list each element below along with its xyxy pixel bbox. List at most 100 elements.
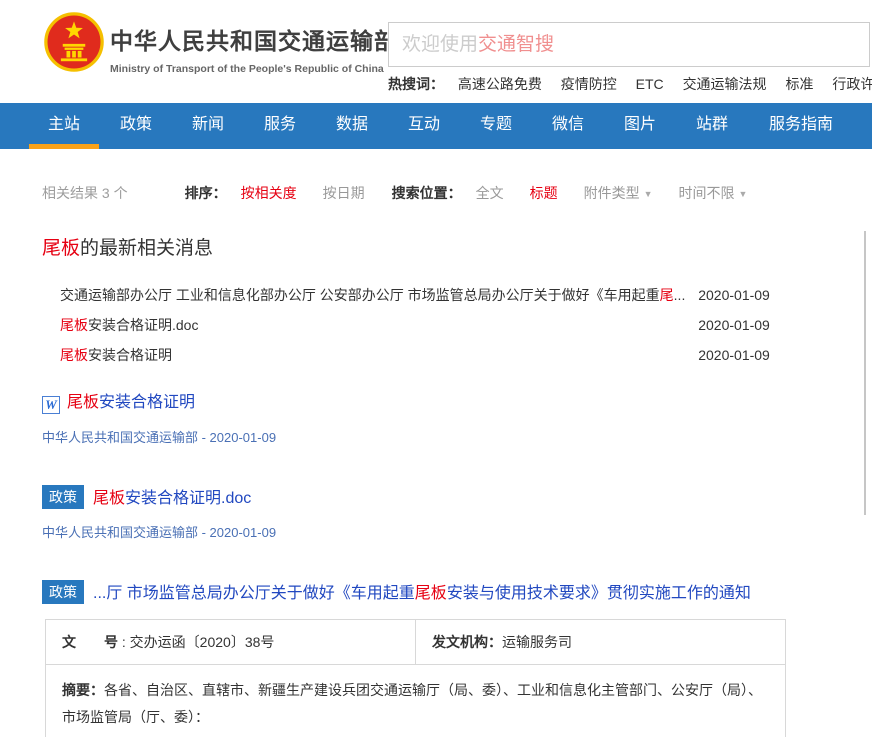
issuer-cell: 发文机构：运输服务司 [416,620,786,665]
nav-item-topics[interactable]: 专题 [460,103,532,149]
news-title-keyword: 尾板 [60,347,88,363]
nav-item-main-site[interactable]: 主站 [28,103,100,149]
sort-group: 排序： 按相关度 按日期 [185,183,365,203]
result-source: 中华人民共和国交通运输部 - 2020-01-09 [42,522,872,541]
national-emblem-icon [44,12,104,72]
table-row: 摘要：各省、自治区、直辖市、新疆生产建设兵团交通运输厅（局、委）、工业和信息化主… [46,665,786,737]
doc-number-label: 文 号 [62,634,118,650]
news-title-keyword: 尾 [660,287,674,303]
site-title-en: Ministry of Transport of the People's Re… [110,63,398,75]
policy-badge: 政策 [42,580,84,604]
nav-item-service-guide[interactable]: 服务指南 [748,103,854,149]
time-range-filter[interactable]: 时间不限 ▼ [679,183,748,203]
hot-word-link[interactable]: 交通运输法规 [683,76,767,92]
nav-item-data[interactable]: 数据 [316,103,388,149]
site-header: 中华人民共和国交通运输部 Ministry of Transport of th… [0,0,872,103]
news-item-title: 交通运输部办公厅 工业和信息化部办公厅 公安部办公厅 市场监管总局办公厅关于做好… [60,280,690,310]
attachment-type-label: 附件类型 [584,185,640,201]
news-item-title: 尾板安装合格证明 [60,340,690,370]
result-title-keyword: 尾板 [67,394,99,411]
hot-words-bar: 热搜词： 高速公路免费 疫情防控 ETC 交通运输法规 标准 行政许可 [388,74,872,94]
result-title-text: 安装合格证明.doc [125,490,251,507]
sort-by-date[interactable]: 按日期 [323,185,365,201]
search-result: W 尾板安装合格证明 中华人民共和国交通运输部 - 2020-01-09 [42,388,872,446]
table-row: 文 号 : 交办运函〔2020〕38号 发文机构：运输服务司 [46,620,786,665]
nav-item-services[interactable]: 服务 [244,103,316,149]
result-title-keyword: 尾板 [93,490,125,507]
search-scope-label: 搜索位置： [392,185,462,201]
related-news-list: 交通运输部办公厅 工业和信息化部办公厅 公安部办公厅 市场监管总局办公厅关于做好… [60,280,872,370]
news-item-title: 尾板安装合格证明.doc [60,310,690,340]
news-item-date: 2020-01-09 [698,310,780,340]
issuer-value: 运输服务司 [502,634,572,650]
news-title-text: ... [674,287,686,303]
hot-word-link[interactable]: ETC [636,76,664,92]
hot-word-link[interactable]: 行政许可 [832,76,872,92]
summary-cell: 摘要：各省、自治区、直辖市、新疆生产建设兵团交通运输厅（局、委）、工业和信息化主… [46,665,786,737]
result-title-text: 安装与使用技术要求》贯彻实施工作的通知 [447,585,751,602]
search-result: 政策 ...厅 市场监管总局办公厅关于做好《车用起重尾板安装与使用技术要求》贯彻实… [42,579,872,737]
result-title-link[interactable]: ...厅 市场监管总局办公厅关于做好《车用起重尾板安装与使用技术要求》贯彻实施工… [93,585,751,602]
news-item[interactable]: 交通运输部办公厅 工业和信息化部办公厅 公安部办公厅 市场监管总局办公厅关于做好… [60,280,780,310]
result-title-link[interactable]: 尾板安装合格证明.doc [93,490,251,507]
hot-word-link[interactable]: 疫情防控 [561,76,617,92]
search-result: 政策尾板安装合格证明.doc 中华人民共和国交通运输部 - 2020-01-09 [42,484,872,541]
hot-word-link[interactable]: 标准 [785,76,813,92]
result-count: 相关结果 3 个 [42,183,128,203]
main-nav: 主站 政策 新闻 服务 数据 互动 专题 微信 图片 站群 服务指南 [0,103,872,149]
chevron-down-icon: ▼ [739,189,748,199]
word-doc-icon: W [42,396,60,414]
result-title-row: 政策 ...厅 市场监管总局办公厅关于做好《车用起重尾板安装与使用技术要求》贯彻实… [42,579,872,604]
sort-label: 排序： [185,185,227,201]
search-placeholder-highlight: 交通智搜 [478,34,554,55]
search-scope-group: 搜索位置： 全文 标题 [392,183,558,203]
scope-title[interactable]: 标题 [530,185,558,201]
result-title-keyword: 尾板 [415,585,447,602]
doc-number-cell: 文 号 : 交办运函〔2020〕38号 [46,620,416,665]
result-title-text: ...厅 市场监管总局办公厅关于做好《车用起重 [93,585,415,602]
issuer-label: 发文机构 [432,634,488,650]
result-title-row: 政策尾板安装合格证明.doc [42,484,872,509]
news-item-date: 2020-01-09 [698,340,780,370]
news-title-text: 安装合格证明 [88,347,172,363]
nav-item-news[interactable]: 新闻 [172,103,244,149]
related-news-heading: 尾板的最新相关消息 [42,233,872,260]
site-title: 中华人民共和国交通运输部 Ministry of Transport of th… [110,22,398,75]
nav-item-images[interactable]: 图片 [604,103,676,149]
doc-number-value: 交办运函〔2020〕38号 [130,634,275,650]
attachment-type-filter[interactable]: 附件类型 ▼ [584,183,653,203]
sort-by-relevance[interactable]: 按相关度 [241,185,297,201]
result-source: 中华人民共和国交通运输部 - 2020-01-09 [42,427,872,446]
nav-item-site-group[interactable]: 站群 [676,103,748,149]
search-input[interactable]: 欢迎使用交通智搜 [388,22,870,67]
issuer-separator: ： [488,634,502,650]
news-title-text: 安装合格证明.doc [88,317,198,333]
document-meta-table: 文 号 : 交办运函〔2020〕38号 发文机构：运输服务司 摘要：各省、自治区… [45,619,786,737]
summary-label: 摘要 [62,682,90,698]
nav-item-interaction[interactable]: 互动 [388,103,460,149]
summary-value: 各省、自治区、直辖市、新疆生产建设兵团交通运输厅（局、委）、工业和信息化主管部门… [62,682,762,725]
scope-fulltext[interactable]: 全文 [476,185,504,201]
heading-rest: 的最新相关消息 [80,238,213,259]
summary-separator: ： [90,682,104,698]
result-title-row: W 尾板安装合格证明 [42,388,872,414]
filter-bar: 相关结果 3 个 排序： 按相关度 按日期 搜索位置： 全文 标题 附件类型 ▼ 时间不限… [42,183,872,203]
hot-words-label: 热搜词： [388,76,444,92]
chevron-down-icon: ▼ [644,189,653,199]
doc-number-separator: : [118,634,130,650]
search-placeholder-prefix: 欢迎使用 [402,34,478,55]
nav-item-policy[interactable]: 政策 [100,103,172,149]
right-divider [864,231,866,515]
news-item[interactable]: 尾板安装合格证明.doc 2020-01-09 [60,310,780,340]
news-title-text: 交通运输部办公厅 工业和信息化部办公厅 公安部办公厅 市场监管总局办公厅关于做好… [60,287,660,303]
policy-badge: 政策 [42,485,84,509]
time-range-label: 时间不限 [679,185,735,201]
result-title-text: 安装合格证明 [99,394,195,411]
news-item-date: 2020-01-09 [698,280,780,310]
news-item[interactable]: 尾板安装合格证明 2020-01-09 [60,340,780,370]
heading-keyword: 尾板 [42,238,80,259]
result-title-link[interactable]: 尾板安装合格证明 [67,394,195,411]
nav-item-wechat[interactable]: 微信 [532,103,604,149]
hot-word-link[interactable]: 高速公路免费 [458,76,542,92]
national-emblem-logo [44,12,104,72]
